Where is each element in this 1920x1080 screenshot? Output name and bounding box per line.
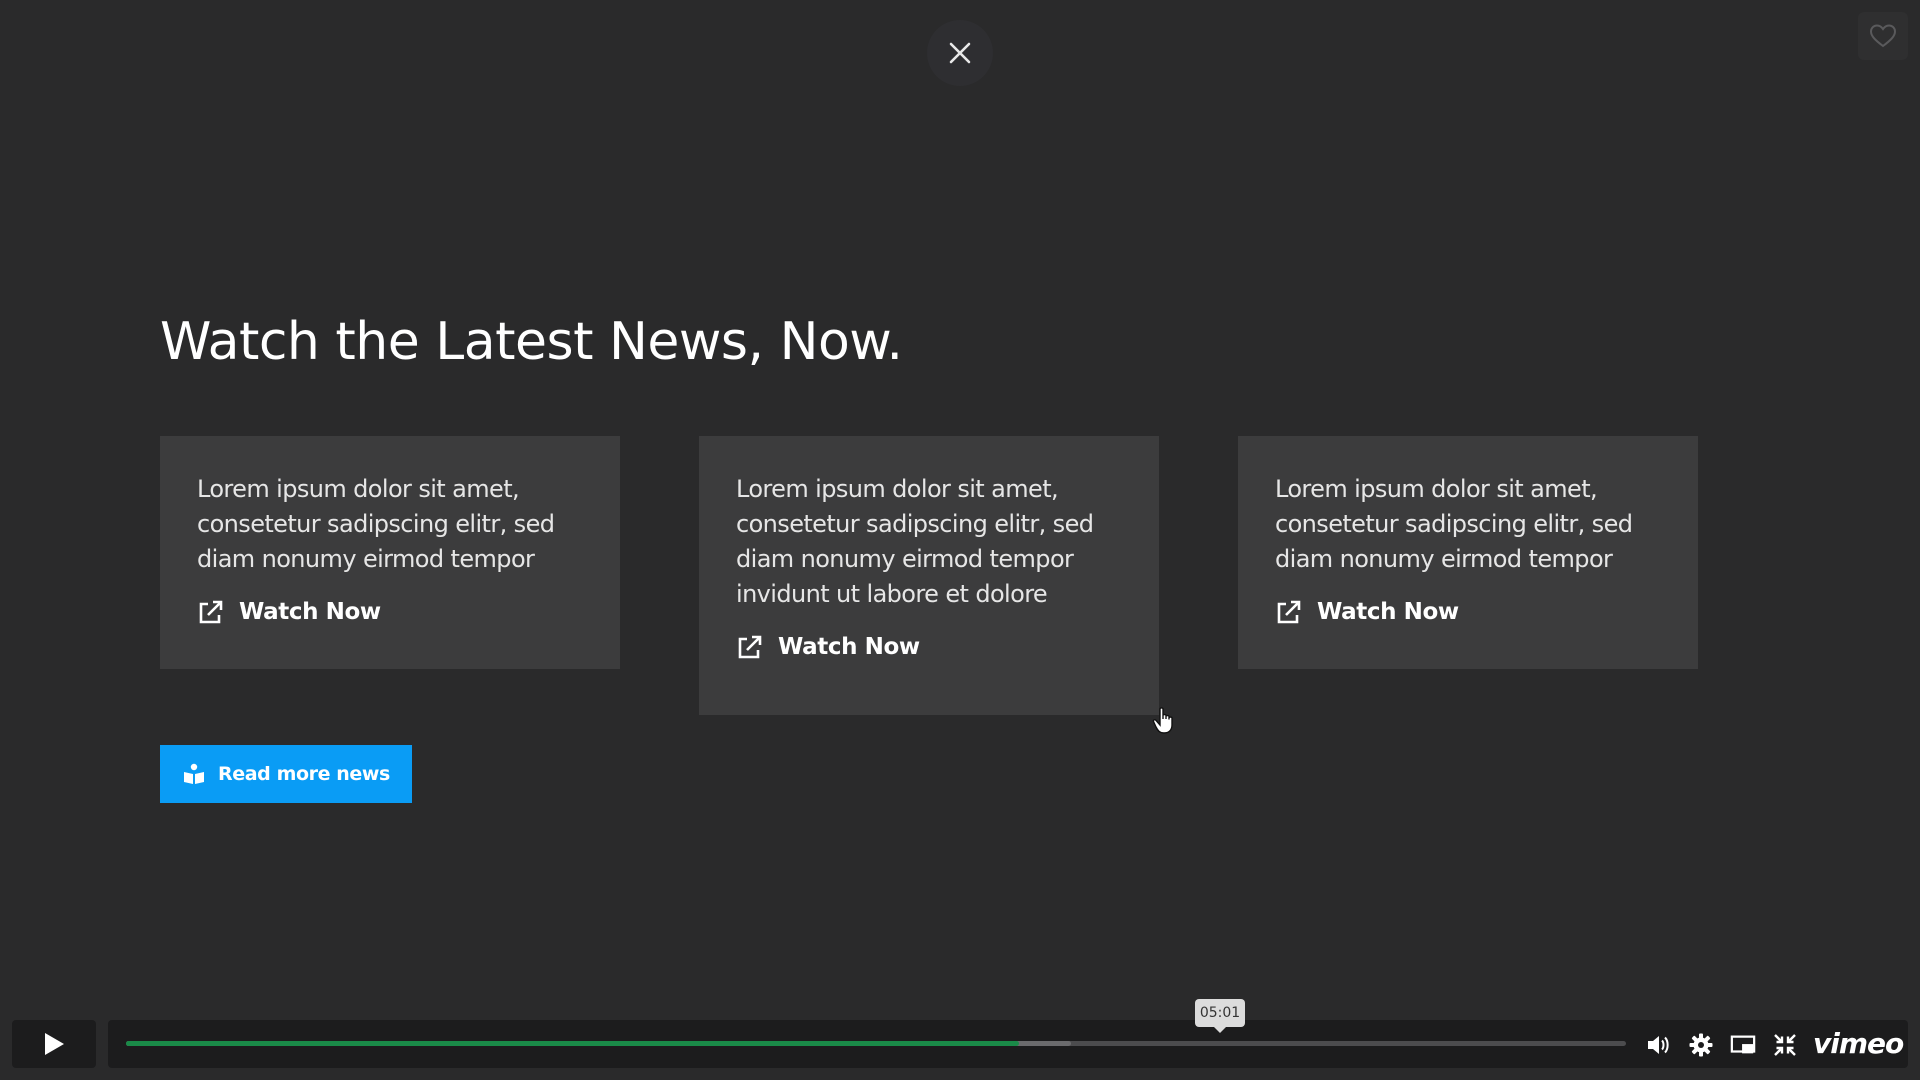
close-button[interactable]: [927, 20, 993, 86]
play-icon: [45, 1033, 64, 1055]
card-text: Lorem ipsum dolor sit amet, consetetur s…: [736, 475, 1094, 608]
news-card: Lorem ipsum dolor sit amet, consetetur s…: [1238, 436, 1698, 669]
played-range: [126, 1041, 1019, 1046]
hand-cursor-icon: [1152, 707, 1173, 734]
external-link-icon: [199, 600, 223, 624]
progress-bar[interactable]: [126, 1041, 1626, 1046]
news-card: Lorem ipsum dolor sit amet, consetetur s…: [699, 436, 1159, 715]
external-link-icon: [738, 635, 762, 659]
watch-now-link[interactable]: Watch Now: [736, 634, 1123, 660]
play-button[interactable]: [12, 1020, 96, 1068]
external-link-icon: [1277, 600, 1301, 624]
exit-fullscreen-button[interactable]: [1772, 1032, 1798, 1058]
like-button[interactable]: [1858, 12, 1908, 60]
watch-now-label: Watch Now: [239, 599, 381, 625]
watch-now-label: Watch Now: [1317, 599, 1459, 625]
settings-button[interactable]: [1688, 1032, 1714, 1058]
volume-icon: [1648, 1036, 1669, 1054]
news-card: Lorem ipsum dolor sit amet, consetetur s…: [160, 436, 620, 669]
reader-icon: [184, 763, 205, 784]
settings-icon: [1689, 1033, 1713, 1057]
picture-in-picture-icon: [1730, 1035, 1756, 1054]
watch-now-label: Watch Now: [778, 634, 920, 660]
video-player: Watch the Latest News, Now. Lorem ipsum …: [0, 0, 1920, 1080]
time-tooltip: 05:01: [1195, 999, 1245, 1033]
watch-now-link[interactable]: Watch Now: [1275, 599, 1662, 625]
volume-button[interactable]: [1646, 1032, 1672, 1058]
exit-fullscreen-icon: [1774, 1034, 1796, 1056]
read-more-news-button[interactable]: Read more news: [160, 745, 412, 803]
picture-in-picture-button[interactable]: [1730, 1032, 1756, 1058]
card-text: Lorem ipsum dolor sit amet, consetetur s…: [197, 475, 555, 573]
watch-now-link[interactable]: Watch Now: [197, 599, 584, 625]
close-icon: [949, 42, 971, 64]
page-title: Watch the Latest News, Now.: [160, 312, 903, 372]
vimeo-logo[interactable]: vimeo: [1813, 1027, 1904, 1060]
heart-icon: [1869, 24, 1897, 48]
read-more-label: Read more news: [218, 763, 390, 785]
card-text: Lorem ipsum dolor sit amet, consetetur s…: [1275, 475, 1633, 573]
control-bar: vimeo: [108, 1020, 1908, 1068]
